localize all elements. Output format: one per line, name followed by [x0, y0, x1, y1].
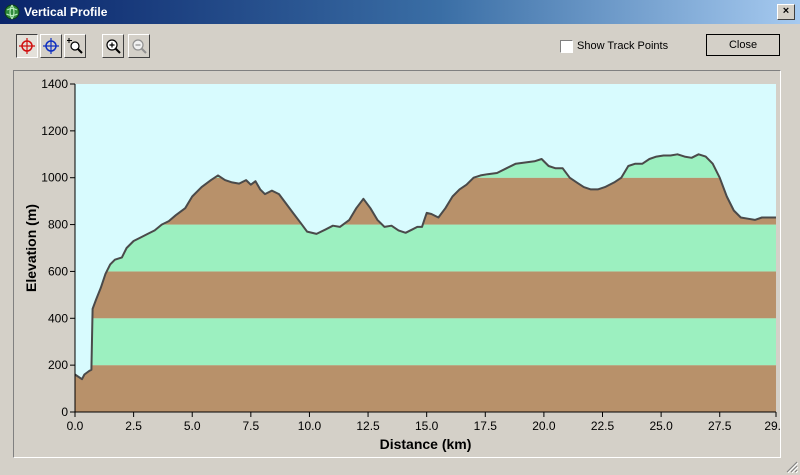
- resize-grip-icon[interactable]: [786, 461, 798, 473]
- x-tick-label: 15.0: [415, 419, 439, 433]
- position-crosshair-button[interactable]: [40, 34, 62, 58]
- y-tick-label: 400: [48, 311, 68, 325]
- chart-panel: 0 200 400 600 800 1000 1200 1400 0.0 2.5 5.0 7.5 10.…: [13, 70, 781, 458]
- x-tick-label: 29.9: [764, 419, 780, 433]
- close-button-label: Close: [728, 39, 758, 51]
- zoom-area-icon: [67, 38, 83, 54]
- x-tick-label: 0.0: [67, 419, 84, 433]
- x-axis-label: Distance (km): [380, 436, 472, 452]
- globe-icon: [4, 4, 20, 20]
- x-tick-label: 22.5: [591, 419, 615, 433]
- zoom-in-button[interactable]: [102, 34, 124, 58]
- zoom-area-button[interactable]: [64, 34, 86, 58]
- show-track-points-checkbox[interactable]: [560, 40, 573, 53]
- x-tick-label: 12.5: [356, 419, 380, 433]
- window-title: Vertical Profile: [24, 5, 108, 19]
- zoom-in-icon: [106, 39, 121, 54]
- x-tick-label: 10.0: [298, 419, 322, 433]
- elevation-band: [75, 224, 776, 272]
- blue-crosshair-icon: [43, 38, 59, 54]
- y-tick-label: 0: [61, 405, 68, 419]
- x-tick-label: 5.0: [184, 419, 201, 433]
- x-tick-label: 2.5: [125, 419, 142, 433]
- zoom-out-icon: [132, 39, 147, 54]
- zoom-out-button[interactable]: [128, 34, 150, 58]
- y-tick-label: 1400: [41, 77, 68, 91]
- y-tick-label: 1200: [41, 124, 68, 138]
- x-tick-label: 25.0: [649, 419, 673, 433]
- x-tick-label: 17.5: [474, 419, 498, 433]
- x-tick-label: 20.0: [532, 419, 556, 433]
- window-close-button[interactable]: ×: [777, 4, 795, 20]
- elevation-band: [75, 271, 776, 319]
- elevation-band: [75, 318, 776, 366]
- select-crosshair-button[interactable]: [16, 34, 38, 58]
- y-axis-label: Elevation (m): [23, 204, 39, 292]
- y-tick-label: 200: [48, 358, 68, 372]
- y-tick-label: 1000: [41, 171, 68, 185]
- elevation-profile-chart[interactable]: 0 200 400 600 800 1000 1200 1400 0.0 2.5 5.0 7.5 10.…: [14, 71, 780, 457]
- x-tick-label: 7.5: [242, 419, 259, 433]
- y-tick-label: 800: [48, 218, 68, 232]
- y-tick-label: 600: [48, 264, 68, 278]
- x-tick-label: 27.5: [708, 419, 732, 433]
- elevation-band: [75, 365, 776, 412]
- title-bar: Vertical Profile ×: [0, 0, 800, 24]
- show-track-points-label[interactable]: Show Track Points: [577, 40, 668, 53]
- close-button[interactable]: Close: [706, 34, 780, 56]
- red-crosshair-icon: [19, 38, 35, 54]
